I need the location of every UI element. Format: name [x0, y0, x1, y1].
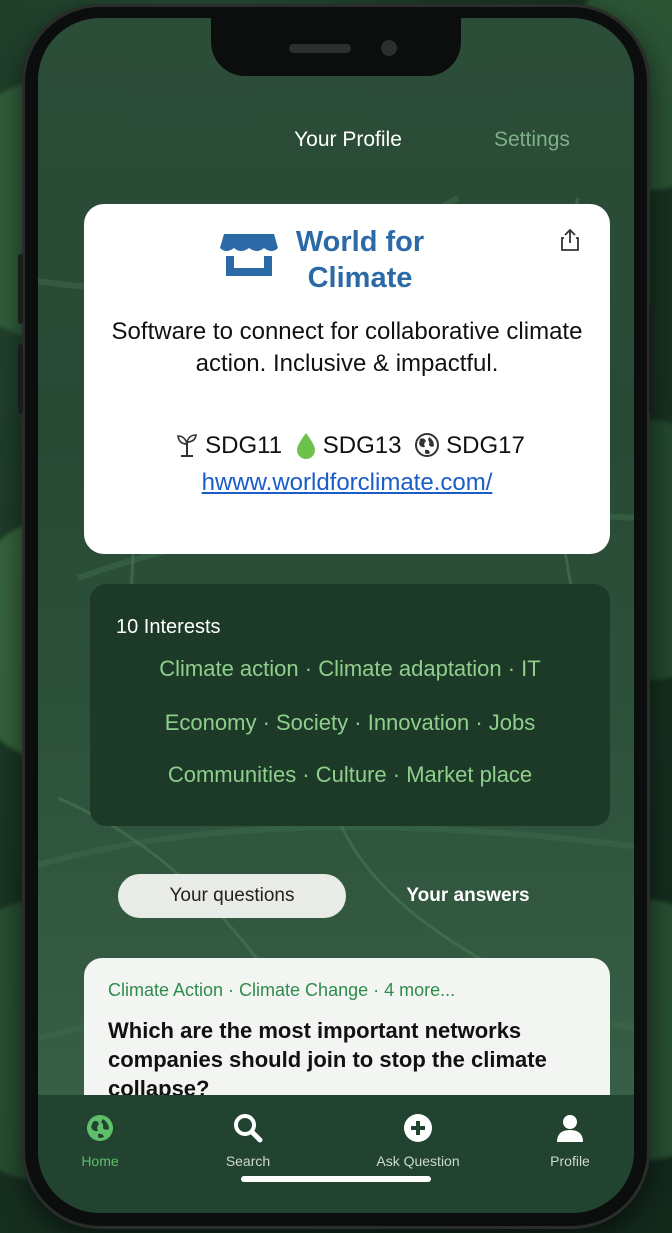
page-title: Your Profile: [294, 128, 402, 151]
app-screen: Your Profile Settings World for Climate …: [38, 18, 634, 1213]
water-drop-icon: [296, 432, 315, 459]
sdg-row: SDG11 SDG13 SDG17: [104, 429, 590, 463]
interests-count: 10 Interests: [116, 616, 221, 638]
shop-icon: [220, 234, 278, 276]
sdg-label: SDG13: [322, 432, 402, 459]
profile-description: Software to connect for collaborative cl…: [111, 318, 583, 377]
interests-line: Climate action · Climate adaptation · IT: [159, 656, 541, 681]
tab-label: Home: [81, 1153, 119, 1169]
interests-line: Communities · Culture · Market place: [167, 762, 533, 787]
tab-search[interactable]: Search: [188, 1113, 308, 1169]
interests-line: Economy · Society · Innovation · Jobs: [164, 710, 536, 735]
settings-link[interactable]: Settings: [494, 128, 570, 152]
globe-icon: [415, 432, 440, 457]
profile-card: World for Climate Software to connect fo…: [84, 204, 610, 554]
globe-icon: [87, 1115, 113, 1141]
segmented-tabs: Your questions Your answers: [118, 874, 578, 922]
search-icon: [234, 1114, 263, 1143]
share-icon[interactable]: [560, 228, 580, 252]
tab-home[interactable]: Home: [40, 1113, 160, 1169]
tab-label: Ask Question: [376, 1153, 460, 1169]
bottom-tab-bar: Home Search Ask Question Profile: [38, 1095, 634, 1213]
website-link[interactable]: hwww.worldforclimate.com/: [104, 466, 590, 500]
tab-your-answers[interactable]: Your answers: [358, 874, 578, 918]
person-icon: [557, 1115, 583, 1142]
tab-your-questions[interactable]: Your questions: [118, 874, 346, 918]
tab-label: Profile: [550, 1153, 590, 1169]
question-tags: Climate Action · Climate Change · 4 more…: [108, 980, 456, 1000]
profile-title: World for Climate: [295, 226, 425, 294]
plus-circle-icon: [404, 1114, 432, 1142]
tab-ask-question[interactable]: Ask Question: [358, 1113, 478, 1169]
tab-label: Search: [225, 1153, 271, 1169]
sprout-icon: [177, 433, 198, 457]
sdg-label: SDG11: [205, 432, 283, 459]
notch: [211, 18, 461, 76]
tab-profile[interactable]: Profile: [510, 1113, 630, 1169]
sdg-label: SDG17: [446, 432, 525, 459]
interests-panel: 10 Interests Climate action · Climate ad…: [90, 584, 610, 826]
home-indicator: [241, 1176, 431, 1182]
question-title: Which are the most important networks co…: [108, 1018, 547, 1101]
